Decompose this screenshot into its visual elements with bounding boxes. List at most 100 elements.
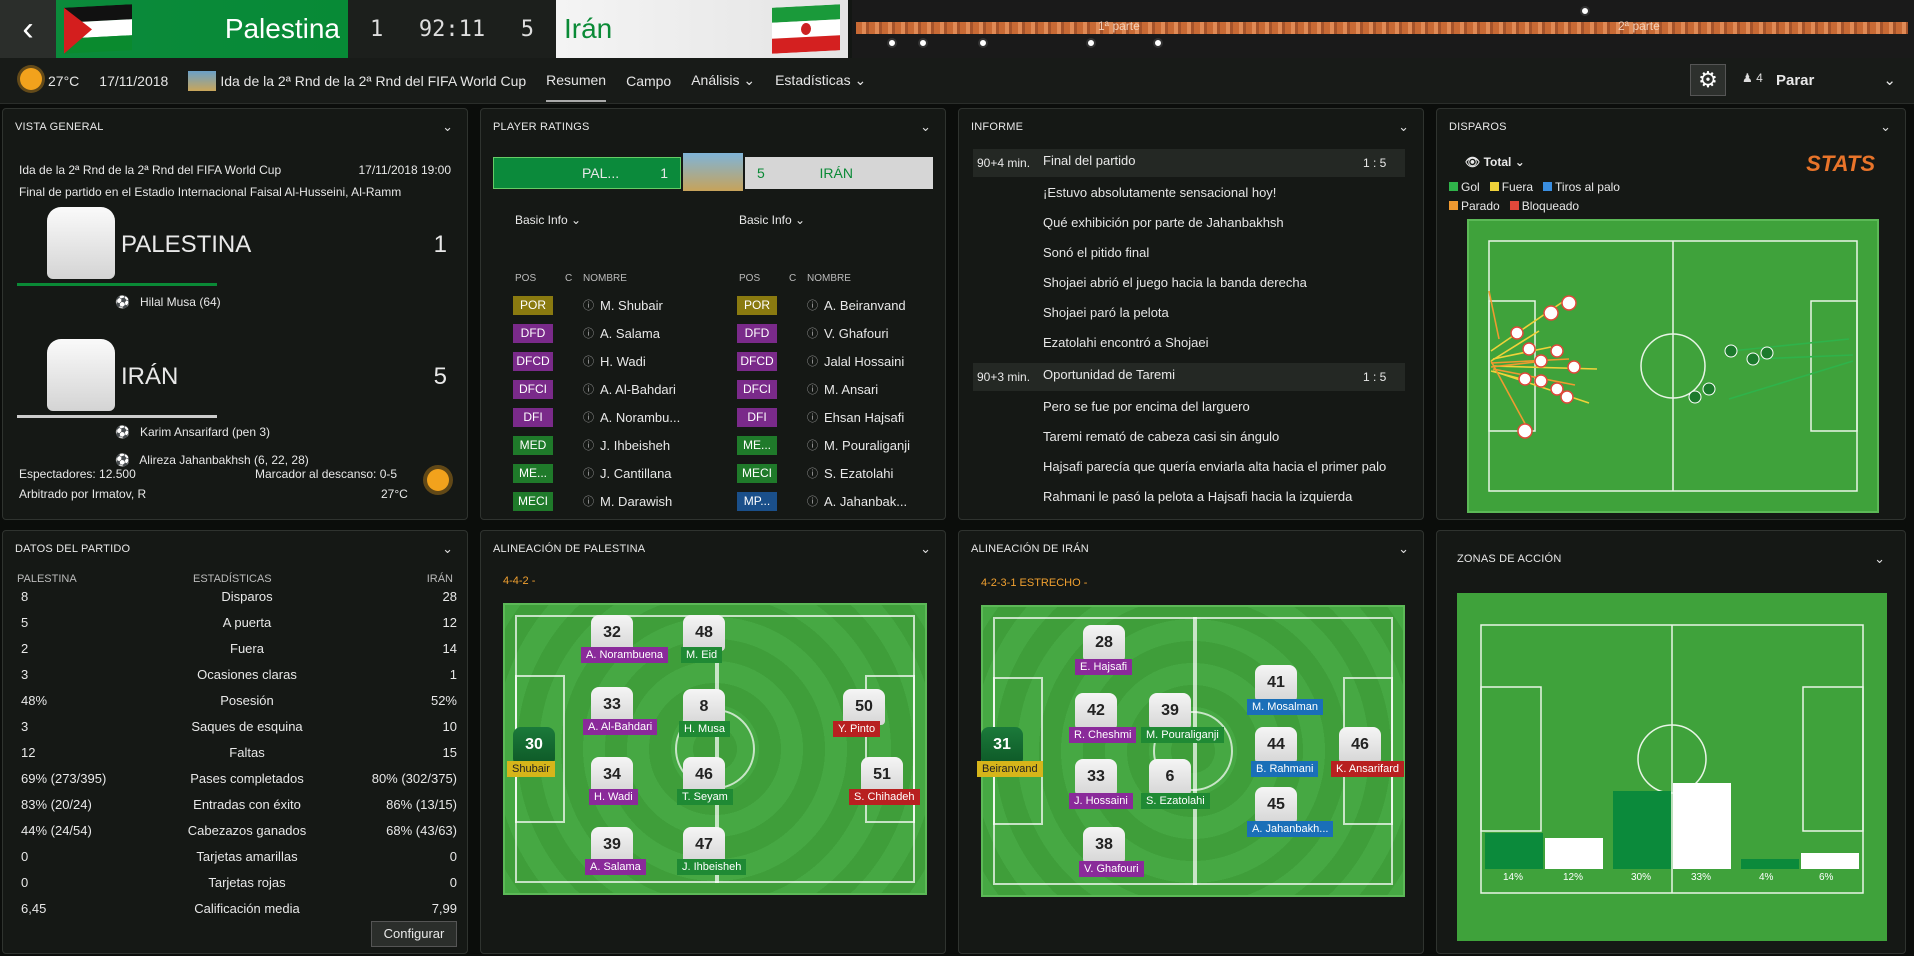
info-icon[interactable]: ⓘ — [583, 409, 594, 425]
player-shirt[interactable]: 34 — [591, 757, 633, 793]
col-c[interactable]: C — [565, 273, 572, 284]
info-icon[interactable]: ⓘ — [583, 297, 594, 313]
tab-analisis[interactable]: Análisis ⌄ — [691, 72, 755, 89]
tab-resumen[interactable]: Resumen — [546, 60, 607, 102]
tab-estadisticas[interactable]: Estadísticas ⌄ — [775, 72, 866, 89]
player-shirt[interactable]: 46 — [1339, 727, 1381, 763]
rating-row[interactable]: DFI ⓘ A. Norambu... — [513, 405, 713, 429]
rating-row[interactable]: DFI ⓘ Ehsan Hajsafi — [737, 405, 937, 429]
rating-row[interactable]: DFCI ⓘ A. Al-Bahdari — [513, 377, 713, 401]
chevron-down-icon[interactable]: ⌄ — [920, 541, 931, 557]
player-shirt[interactable]: 30 — [513, 727, 555, 763]
info-icon[interactable]: ⓘ — [583, 381, 594, 397]
player-shirt[interactable]: 38 — [1083, 827, 1125, 863]
timeline-goal-marker[interactable] — [978, 38, 988, 48]
parar-button[interactable]: Parar ⌄ — [1772, 64, 1900, 96]
info-icon[interactable]: ⓘ — [583, 437, 594, 453]
col-pos[interactable]: POS — [515, 273, 536, 284]
col-pos[interactable]: POS — [739, 273, 760, 284]
chevron-down-icon[interactable]: ⌄ — [1880, 119, 1891, 135]
player-shirt[interactable]: 6 — [1149, 759, 1191, 795]
player-shirt[interactable]: 28 — [1083, 625, 1125, 661]
info-icon[interactable]: ⓘ — [583, 353, 594, 369]
info-icon[interactable]: ⓘ — [583, 325, 594, 341]
info-icon[interactable]: ⓘ — [807, 353, 818, 369]
player-shirt[interactable]: 33 — [591, 687, 633, 723]
player-shirt[interactable]: 47 — [683, 827, 725, 863]
chevron-down-icon[interactable]: ⌄ — [1874, 551, 1885, 567]
player-shirt[interactable]: 32 — [591, 615, 633, 651]
rating-row[interactable]: MP... ⓘ A. Jahanbak... — [737, 489, 937, 513]
info-icon[interactable]: ⓘ — [807, 325, 818, 341]
tab-campo[interactable]: Campo — [626, 73, 671, 89]
rating-row[interactable]: DFD ⓘ A. Salama — [513, 321, 713, 345]
player-name: A. Norambu... — [600, 409, 681, 425]
configure-button[interactable]: Configurar — [371, 921, 457, 947]
player-shirt[interactable]: 8 — [683, 689, 725, 725]
player-shirt[interactable]: 44 — [1255, 727, 1297, 763]
overview-away-name: IRÁN — [121, 363, 179, 390]
home-filter-dropdown[interactable]: Basic Info ⌄ — [515, 213, 581, 227]
rating-row[interactable]: MED ⓘ J. Ihbeisheh — [513, 433, 713, 457]
away-scorer: Karim Ansarifard (pen 3) — [139, 425, 271, 439]
info-icon[interactable]: ⓘ — [807, 465, 818, 481]
rating-row[interactable]: DFCD ⓘ Jalal Hossaini — [737, 349, 937, 373]
settings-gear-button[interactable]: ⚙ — [1690, 64, 1726, 96]
shots-filter-dropdown[interactable]: 👁 Total ⌄ — [1465, 155, 1525, 169]
info-icon[interactable]: ⓘ — [583, 493, 594, 509]
timeline-goal-marker[interactable] — [1580, 6, 1590, 16]
col-c[interactable]: C — [789, 273, 796, 284]
col-nombre[interactable]: NOMBRE — [583, 273, 627, 284]
ratings-home-header[interactable]: PAL... 1 — [493, 157, 681, 189]
timeline-goal-marker[interactable] — [918, 38, 928, 48]
player-shirt[interactable]: 48 — [683, 615, 725, 651]
rating-row[interactable]: DFCD ⓘ H. Wadi — [513, 349, 713, 373]
panel-title: DISPAROS — [1449, 121, 1507, 133]
chevron-down-icon[interactable]: ⌄ — [1398, 119, 1409, 135]
back-button[interactable]: ‹ — [0, 0, 56, 58]
rating-row[interactable]: ME... ⓘ M. Pouraliganji — [737, 433, 937, 457]
info-icon[interactable]: ⓘ — [583, 465, 594, 481]
player-shirt[interactable]: 41 — [1255, 665, 1297, 701]
rating-row[interactable]: POR ⓘ A. Beiranvand — [737, 293, 937, 317]
timeline-bar[interactable] — [856, 22, 1908, 34]
player-shirt[interactable]: 45 — [1255, 787, 1297, 823]
stat-row: 2 Fuera 14 — [17, 641, 457, 663]
chevron-down-icon[interactable]: ⌄ — [1398, 541, 1409, 557]
rating-row[interactable]: POR ⓘ M. Shubair — [513, 293, 713, 317]
info-icon[interactable]: ⓘ — [807, 493, 818, 509]
chevron-down-icon[interactable]: ⌄ — [442, 541, 453, 557]
info-icon[interactable]: ⓘ — [807, 409, 818, 425]
player-shirt[interactable]: 33 — [1075, 759, 1117, 795]
player-shirt[interactable]: 50 — [843, 689, 885, 725]
chevron-down-icon[interactable]: ⌄ — [920, 119, 931, 135]
rating-row[interactable]: MECI ⓘ S. Ezatolahi — [737, 461, 937, 485]
zone-away-pct: 6% — [1819, 872, 1834, 883]
player-shirt[interactable]: 51 — [861, 757, 903, 793]
shots-panel: DISPAROS ⌄ 👁 Total ⌄ STATS Gol Fuera Tiros… — [1436, 108, 1906, 520]
rating-row[interactable]: DFCI ⓘ M. Ansari — [737, 377, 937, 401]
player-shirt[interactable]: 46 — [683, 757, 725, 793]
player-shirt[interactable]: 39 — [1149, 693, 1191, 729]
timeline-goal-marker[interactable] — [887, 38, 897, 48]
player-shirt[interactable]: 31 — [981, 727, 1023, 763]
player-name: A. Al-Bahdari — [600, 381, 676, 397]
rating-row[interactable]: DFD ⓘ V. Ghafouri — [737, 321, 937, 345]
first-half-label: 1ª parte — [1098, 19, 1140, 33]
panel-title: ALINEACIÓN DE PALESTINA — [493, 543, 646, 555]
player-shirt[interactable]: 39 — [591, 827, 633, 863]
col-nombre[interactable]: NOMBRE — [807, 273, 851, 284]
timeline-goal-marker[interactable] — [1153, 38, 1163, 48]
ratings-away-header[interactable]: 5 IRÁN — [745, 157, 933, 189]
rating-row[interactable]: ME... ⓘ J. Cantillana — [513, 461, 713, 485]
chevron-down-icon[interactable]: ⌄ — [442, 119, 453, 135]
timeline-goal-marker[interactable] — [1086, 38, 1096, 48]
away-filter-dropdown[interactable]: Basic Info ⌄ — [739, 213, 805, 227]
info-icon[interactable]: ⓘ — [807, 297, 818, 313]
info-icon[interactable]: ⓘ — [807, 381, 818, 397]
player-shirt[interactable]: 42 — [1075, 693, 1117, 729]
legend-label: Fuera — [1501, 180, 1534, 194]
rating-row[interactable]: MECI ⓘ M. Darawish — [513, 489, 713, 513]
formation: 4-2-3-1 ESTRECHO - — [981, 577, 1088, 589]
info-icon[interactable]: ⓘ — [807, 437, 818, 453]
